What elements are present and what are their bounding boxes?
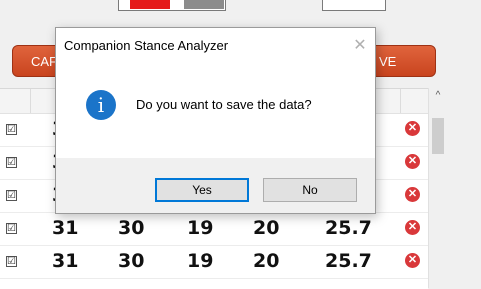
top-input-box[interactable] [322, 0, 386, 11]
cell-value: 30 [118, 250, 145, 272]
cell-value: 25.7 [325, 250, 372, 272]
row-checkbox[interactable]: ☑ [6, 124, 17, 135]
delete-row-icon[interactable]: ✕ [405, 187, 420, 202]
dialog-message: Do you want to save the data? [136, 97, 312, 112]
delete-row-icon[interactable]: ✕ [405, 121, 420, 136]
cell-value: 20 [253, 217, 280, 239]
info-icon: i [86, 90, 116, 120]
dialog-body: i Do you want to save the data? [56, 64, 375, 158]
dialog-title: Companion Stance Analyzer [64, 38, 229, 53]
close-icon[interactable]: ✕ [348, 34, 372, 58]
capture-button-label: CAF [31, 54, 57, 69]
cell-value: 25.7 [325, 217, 372, 239]
cell-value: 31 [52, 250, 79, 272]
gray-swatch[interactable] [184, 0, 224, 9]
red-swatch[interactable] [130, 0, 170, 9]
row-checkbox[interactable]: ☑ [6, 223, 17, 234]
row-checkbox[interactable]: ☑ [6, 157, 17, 168]
dialog-titlebar[interactable]: Companion Stance Analyzer ✕ [56, 28, 375, 64]
row-checkbox[interactable]: ☑ [6, 190, 17, 201]
dialog-footer: Yes No [56, 158, 375, 213]
cell-value: 19 [187, 217, 214, 239]
table-row[interactable]: ☑ 31 30 19 20 25.7 ✕ [0, 212, 428, 246]
scroll-up-icon[interactable]: ^ [429, 88, 447, 104]
vertical-scrollbar[interactable]: ^ [428, 88, 447, 288]
delete-row-icon[interactable]: ✕ [405, 154, 420, 169]
delete-row-icon[interactable]: ✕ [405, 253, 420, 268]
row-checkbox[interactable]: ☑ [6, 256, 17, 267]
scroll-thumb[interactable] [432, 118, 444, 154]
cell-value: 30 [118, 217, 145, 239]
cell-value: 31 [52, 217, 79, 239]
save-confirm-dialog: Companion Stance Analyzer ✕ i Do you wan… [55, 27, 376, 214]
yes-button[interactable]: Yes [155, 178, 249, 202]
column-separator[interactable] [30, 89, 31, 113]
table-row[interactable]: ☑ 31 30 19 20 25.7 ✕ [0, 245, 428, 279]
no-button[interactable]: No [263, 178, 357, 202]
cell-value: 20 [253, 250, 280, 272]
save-button-label: VE [379, 54, 397, 69]
cell-value: 19 [187, 250, 214, 272]
column-separator[interactable] [400, 89, 401, 113]
delete-row-icon[interactable]: ✕ [405, 220, 420, 235]
